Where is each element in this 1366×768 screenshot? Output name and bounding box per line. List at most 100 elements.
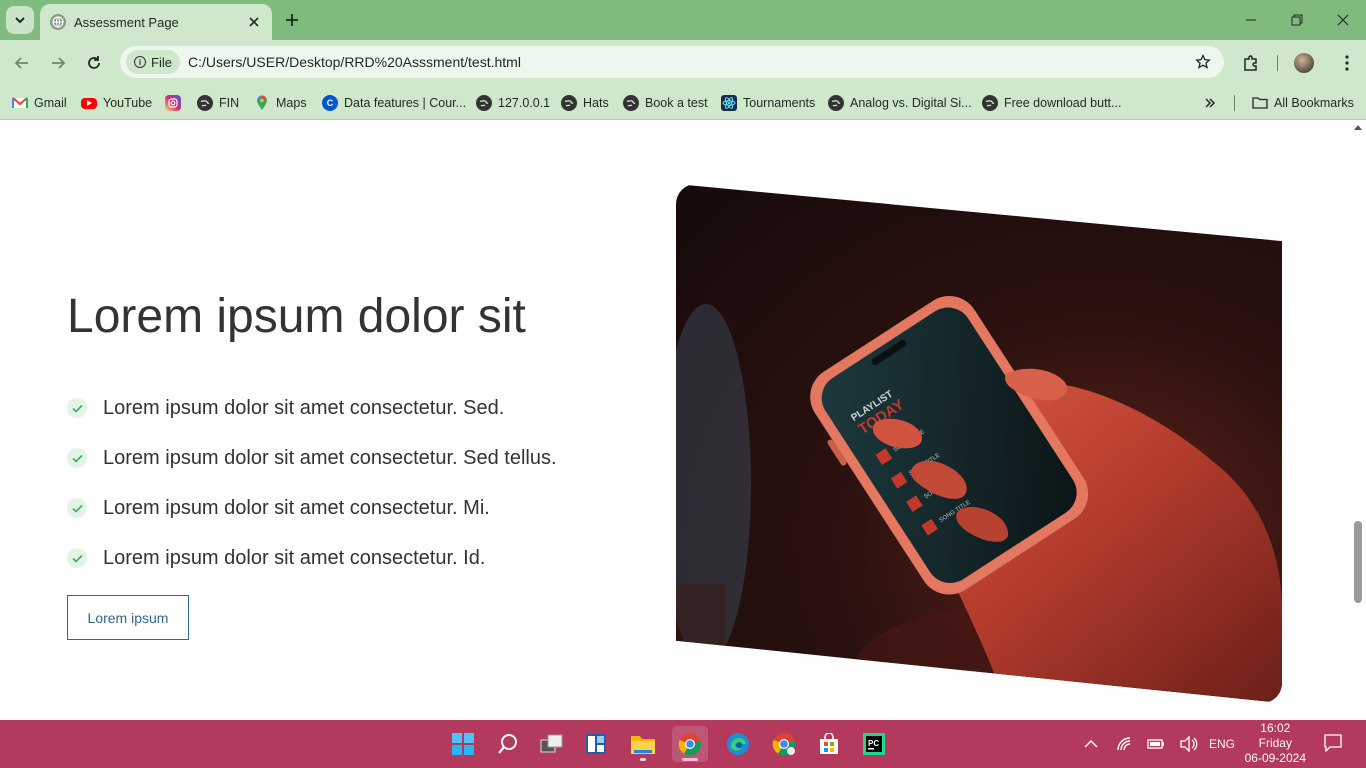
bookmark-label: Maps xyxy=(276,96,307,110)
check-icon xyxy=(67,448,87,468)
restore-button[interactable] xyxy=(1274,0,1320,40)
running-indicator xyxy=(640,758,646,761)
network-button[interactable] xyxy=(1116,734,1132,754)
microsoft-store-button[interactable] xyxy=(811,726,847,762)
profile-button[interactable] xyxy=(1289,48,1319,78)
battery-button[interactable] xyxy=(1147,734,1165,754)
task-view-button[interactable] xyxy=(534,726,570,762)
reload-button[interactable] xyxy=(79,48,109,78)
widgets-button[interactable] xyxy=(578,726,614,762)
scroll-up-arrow-icon[interactable] xyxy=(1354,125,1362,130)
file-explorer-button[interactable] xyxy=(625,726,661,762)
bookmarks-bar: Gmail YouTube FIN Maps C Data features |… xyxy=(0,86,1366,120)
clock-date: 06-09-2024 xyxy=(1244,751,1306,765)
bookmarks-overflow-button[interactable] xyxy=(1204,92,1216,114)
clock-time: 16:02 xyxy=(1260,721,1291,735)
bookmark-analog-digital[interactable]: Analog vs. Digital Si... xyxy=(828,92,972,114)
list-item: Lorem ipsum dolor sit amet consectetur. … xyxy=(67,483,557,533)
edge-button[interactable] xyxy=(720,726,756,762)
bookmark-label: Gmail xyxy=(34,96,67,110)
bookmark-fin[interactable]: FIN xyxy=(197,92,239,114)
page-scrollbar[interactable] xyxy=(1350,121,1366,720)
bookmark-star-button[interactable] xyxy=(1188,47,1218,77)
list-item: Lorem ipsum dolor sit amet consectetur. … xyxy=(67,383,557,433)
pycharm-button[interactable]: PC xyxy=(856,726,892,762)
feature-list: Lorem ipsum dolor sit amet consectetur. … xyxy=(67,383,557,583)
bookmark-label: 127.0.0.1 xyxy=(498,96,551,110)
bookmark-label: Tournaments xyxy=(743,96,816,110)
address-bar[interactable]: i File C:/Users/USER/Desktop/RRD%20Asssm… xyxy=(120,46,1224,78)
active-indicator xyxy=(682,758,698,761)
language-label: ENG xyxy=(1209,737,1236,751)
gmail-icon xyxy=(12,95,28,111)
site-info-chip[interactable]: i File xyxy=(126,50,180,74)
language-indicator[interactable]: ENG xyxy=(1209,734,1235,754)
folder-icon xyxy=(1252,95,1268,111)
tab-strip: Assessment Page xyxy=(0,0,1366,40)
tab-title: Assessment Page xyxy=(74,14,179,30)
bookmark-youtube[interactable]: YouTube xyxy=(81,92,152,114)
volume-button[interactable] xyxy=(1180,734,1198,754)
globe-icon xyxy=(561,95,577,111)
extensions-button[interactable] xyxy=(1236,48,1266,78)
puzzle-icon xyxy=(1244,55,1257,71)
toolbar-divider xyxy=(1277,55,1278,71)
url-text[interactable]: C:/Users/USER/Desktop/RRD%20Asssment/tes… xyxy=(188,54,1188,70)
tab-search-button[interactable] xyxy=(6,6,34,34)
more-vert-icon xyxy=(1345,55,1349,71)
bookmark-localhost[interactable]: 127.0.0.1 xyxy=(476,92,550,114)
bookmark-label: Book a test xyxy=(645,96,708,110)
clock[interactable]: 16:02 Friday 06-09-2024 xyxy=(1245,721,1306,766)
feature-text: Lorem ipsum dolor sit amet consectetur. … xyxy=(103,396,505,419)
clock-day: Friday xyxy=(1258,736,1292,750)
instagram-icon xyxy=(165,95,181,111)
feature-text: Lorem ipsum dolor sit amet consectetur. … xyxy=(103,446,557,469)
bookmark-hats[interactable]: Hats xyxy=(561,92,609,114)
chrome-icon xyxy=(772,733,796,756)
back-button[interactable] xyxy=(7,48,37,78)
scrollbar-thumb[interactable] xyxy=(1354,521,1362,603)
notification-icon xyxy=(1324,734,1342,752)
bookmark-label: FIN xyxy=(219,96,240,110)
chrome-taskbar-button[interactable] xyxy=(672,726,708,762)
close-tab-icon[interactable] xyxy=(246,14,262,30)
new-tab-button[interactable] xyxy=(280,8,304,32)
bookmark-tournaments[interactable]: Tournaments xyxy=(721,92,815,114)
bookmark-gmail[interactable]: Gmail xyxy=(12,92,67,114)
globe-icon xyxy=(50,14,66,30)
close-window-button[interactable] xyxy=(1320,0,1366,40)
store-icon xyxy=(820,733,838,754)
bookmark-book-a-test[interactable]: Book a test xyxy=(623,92,708,114)
restore-icon xyxy=(1291,14,1303,26)
search-button[interactable] xyxy=(490,726,526,762)
start-button[interactable] xyxy=(445,726,481,762)
bookmark-free-download[interactable]: Free download butt... xyxy=(982,92,1121,114)
windows-taskbar: PC ENG 16:02 Friday 06-09-2024 xyxy=(0,720,1366,768)
bookmark-maps[interactable]: Maps xyxy=(254,92,307,114)
notifications-button[interactable] xyxy=(1324,733,1342,753)
forward-button[interactable] xyxy=(43,48,73,78)
all-bookmarks-button[interactable]: All Bookmarks xyxy=(1252,92,1354,114)
reload-icon xyxy=(88,56,100,69)
chrome-profile-button[interactable] xyxy=(766,726,802,762)
edge-icon xyxy=(727,733,749,755)
chevron-down-icon xyxy=(15,17,25,24)
show-hidden-icons-button[interactable] xyxy=(1084,734,1098,754)
active-tab[interactable]: Assessment Page xyxy=(40,4,272,40)
task-view-icon xyxy=(540,734,563,753)
bookmark-instagram[interactable] xyxy=(165,92,187,114)
minimize-button[interactable] xyxy=(1228,0,1274,40)
menu-button[interactable] xyxy=(1332,48,1362,78)
close-icon xyxy=(1337,14,1349,26)
bookmark-label: Analog vs. Digital Si... xyxy=(850,96,972,110)
wifi-icon xyxy=(1117,737,1131,751)
globe-icon xyxy=(828,95,844,111)
cta-button[interactable]: Lorem ipsum xyxy=(67,595,189,640)
globe-icon xyxy=(623,95,639,111)
page-title: Lorem ipsum dolor sit xyxy=(67,290,526,343)
windows-logo-icon xyxy=(452,733,474,755)
bookmark-coursera[interactable]: C Data features | Cour... xyxy=(322,92,466,114)
list-item: Lorem ipsum dolor sit amet consectetur. … xyxy=(67,533,557,583)
bookmark-label: Hats xyxy=(583,96,609,110)
list-item: Lorem ipsum dolor sit amet consectetur. … xyxy=(67,433,557,483)
